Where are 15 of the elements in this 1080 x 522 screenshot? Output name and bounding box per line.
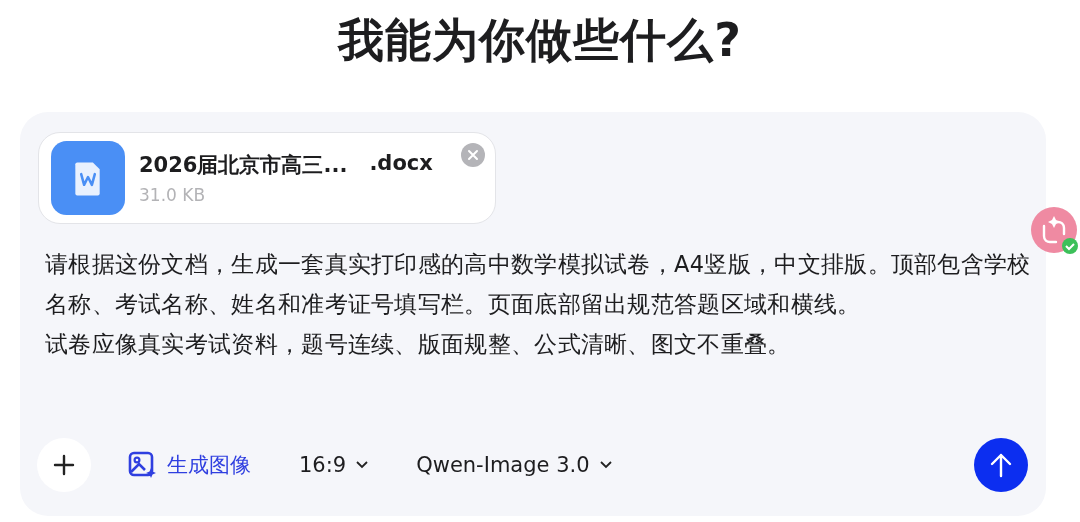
send-button[interactable]	[974, 438, 1028, 492]
aspect-ratio-dropdown[interactable]: 16:9	[299, 453, 369, 477]
image-sparkle-icon	[127, 450, 157, 480]
chevron-down-icon	[356, 461, 369, 469]
model-dropdown[interactable]: Qwen-Image 3.0	[416, 453, 612, 477]
page-heading: 我能为你做些什么?	[336, 12, 743, 69]
chevron-down-icon	[599, 461, 612, 469]
plus-icon	[52, 453, 76, 477]
generate-image-toggle[interactable]: 生成图像	[127, 450, 251, 480]
word-document-icon	[51, 141, 125, 215]
prompt-text: 试卷应像真实考试资料，题号连续、版面规整、公式清晰、图文不重叠。	[45, 330, 792, 359]
prompt-text: 请根据这份文档，生成一套真实打印感的高中数学模拟试卷，A4竖版，中文排版。顶部包含学校名称、考试名称、姓名和准考证号填写栏。页面底部留出规范答题区域和横线。	[45, 250, 1032, 319]
file-extension: .docx	[369, 151, 433, 177]
file-size: 31.0 KB	[139, 185, 207, 205]
file-name: 2026届北京市高三...	[139, 152, 348, 179]
